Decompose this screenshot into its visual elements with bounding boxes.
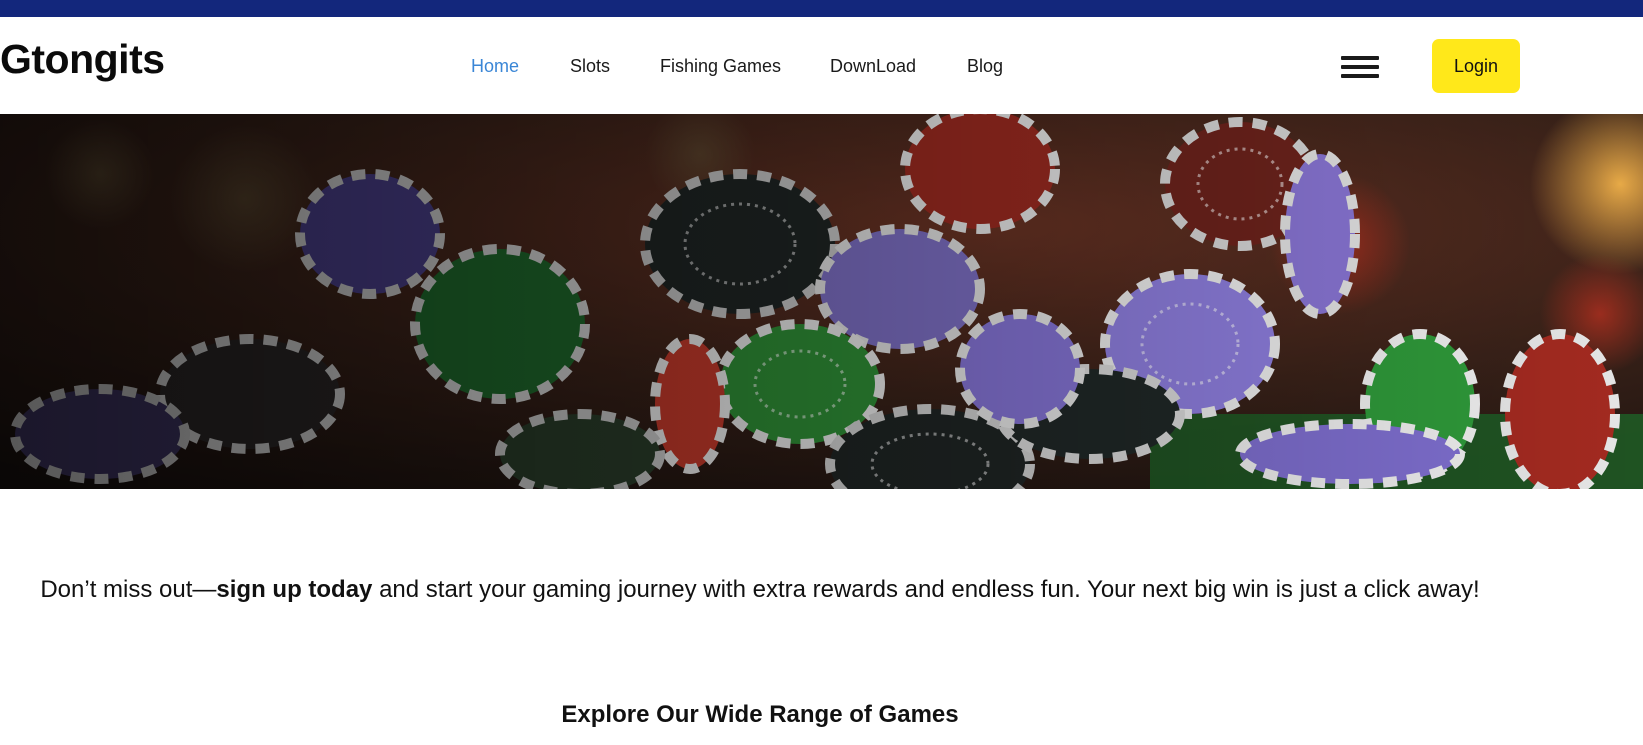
promo-text: Don’t miss out—sign up today and start y…: [0, 568, 1520, 612]
casino-chips-image: [0, 114, 1643, 489]
login-button[interactable]: Login: [1432, 39, 1520, 93]
nav-item-fishing-games[interactable]: Fishing Games: [660, 54, 781, 78]
hamburger-menu-icon[interactable]: [1341, 54, 1379, 82]
nav-item-blog[interactable]: Blog: [967, 54, 1003, 78]
hamburger-line: [1341, 56, 1379, 60]
nav-item-slots[interactable]: Slots: [570, 54, 610, 78]
promo-signup-emphasis: sign up today: [216, 576, 373, 603]
games-section-title: Explore Our Wide Range of Games: [561, 701, 959, 728]
hero-banner: [0, 114, 1643, 489]
main-nav: Home Slots Fishing Games DownLoad Blog: [0, 54, 1643, 78]
hamburger-line: [1341, 74, 1379, 78]
site-header: Gtongits Home Slots Fishing Games DownLo…: [0, 17, 1643, 114]
promo-prefix: Don’t miss out—: [40, 576, 217, 603]
top-accent-bar: [0, 0, 1643, 17]
nav-item-download[interactable]: DownLoad: [830, 54, 916, 78]
promo-suffix: and start your gaming journey with extra…: [372, 576, 1480, 603]
hamburger-line: [1341, 65, 1379, 69]
nav-item-home[interactable]: Home: [471, 54, 519, 78]
